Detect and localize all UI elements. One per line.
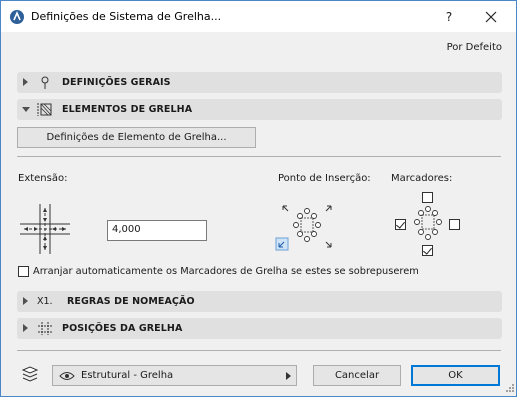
defaults-label[interactable]: Por Defeito <box>447 42 502 53</box>
insertion-point-selector[interactable] <box>275 200 337 252</box>
section-naming-rules[interactable]: X1. REGRAS DE NOMEAÇÃO <box>17 291 502 312</box>
auto-arrange-checkbox[interactable] <box>18 266 29 277</box>
section-naming-label: REGRAS DE NOMEAÇÃO <box>67 296 195 307</box>
archicad-app-icon <box>10 10 24 24</box>
marker-pin-icon <box>41 76 49 89</box>
section-general-settings[interactable]: DEFINIÇÕES GERAIS <box>17 72 502 93</box>
chevron-right-icon <box>23 297 28 305</box>
help-button[interactable]: ? <box>437 7 461 27</box>
auto-arrange-label: Arranjar automaticamente os Marcadores d… <box>33 266 419 277</box>
grid-positions-icon <box>38 322 52 335</box>
eye-icon <box>59 372 75 380</box>
chevron-right-icon <box>23 78 28 86</box>
section-grid-elements[interactable]: ELEMENTOS DE GRELHA <box>17 99 502 120</box>
marker-preview-icon <box>414 206 442 240</box>
marker-bottom-checkbox[interactable] <box>422 245 433 256</box>
close-icon[interactable] <box>479 6 503 28</box>
ok-button[interactable]: OK <box>411 365 500 386</box>
footer-divider <box>17 350 501 351</box>
dialog-content: Por Defeito DEFINIÇÕES GERAIS ELEMENTOS … <box>1 32 516 396</box>
chevron-right-icon <box>286 372 291 380</box>
grid-extension-icon <box>20 204 70 254</box>
grid-element-icon <box>37 103 52 116</box>
chevron-right-icon <box>23 324 28 332</box>
section-elements-label: ELEMENTOS DE GRELHA <box>62 104 193 115</box>
section-divider <box>17 156 501 157</box>
title-bar: Definições de Sistema de Grelha... ? <box>1 1 516 32</box>
insertion-point-label: Ponto de Inserção: <box>278 173 371 184</box>
extension-input[interactable]: 4,000 <box>107 220 207 241</box>
section-grid-positions[interactable]: POSIÇÕES DA GRELHA <box>17 318 502 339</box>
section-general-label: DEFINIÇÕES GERAIS <box>62 77 171 88</box>
layer-select-value: Estrutural - Grelha <box>81 370 174 381</box>
layers-icon <box>21 366 39 382</box>
cancel-button[interactable]: Cancelar <box>313 365 401 386</box>
markers-label: Marcadores: <box>391 173 453 184</box>
chevron-down-icon <box>22 107 30 112</box>
window-title: Definições de Sistema de Grelha... <box>31 10 222 23</box>
dialog-window: Definições de Sistema de Grelha... ? Por… <box>0 0 517 397</box>
grid-element-settings-button[interactable]: Definições de Elemento de Grelha... <box>17 127 256 148</box>
naming-prefix-icon: X1. <box>37 296 53 307</box>
marker-top-checkbox[interactable] <box>422 192 433 203</box>
section-positions-label: POSIÇÕES DA GRELHA <box>62 323 183 334</box>
extension-label: Extensão: <box>18 173 68 184</box>
resize-grip-icon[interactable] <box>503 383 515 395</box>
layer-select[interactable]: Estrutural - Grelha <box>52 365 297 386</box>
marker-left-checkbox[interactable] <box>395 219 406 230</box>
marker-right-checkbox[interactable] <box>449 219 460 230</box>
